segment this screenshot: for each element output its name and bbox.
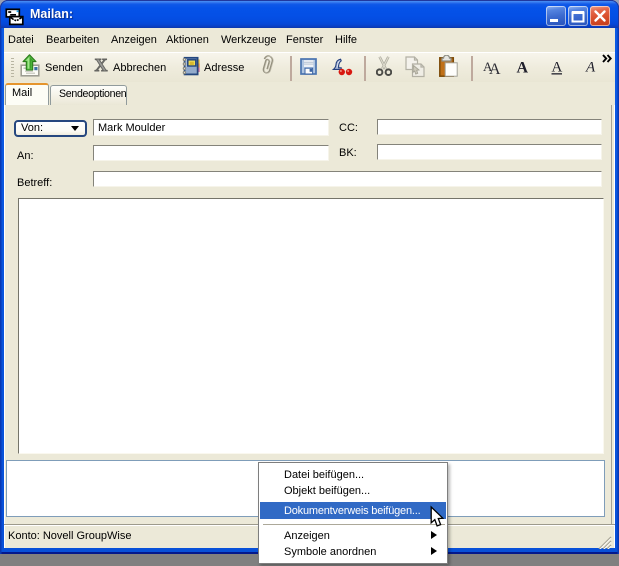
svg-text:A: A [489,61,501,76]
svg-text:A: A [517,60,529,76]
svg-text:A: A [552,60,563,76]
svg-text:X: X [95,57,108,73]
svg-text:A: A [585,60,596,76]
